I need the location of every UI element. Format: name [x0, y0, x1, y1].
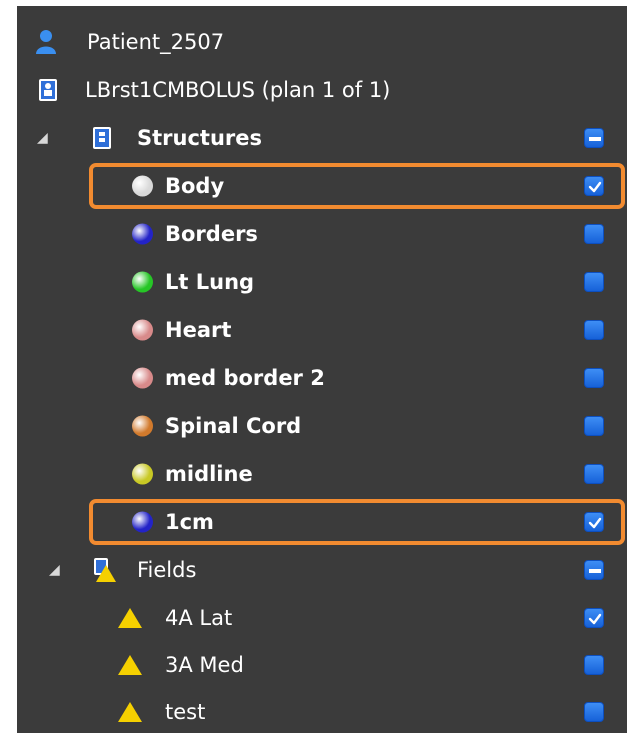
field-row[interactable]: 4A Lat [17, 594, 627, 641]
structures-label: Structures [137, 125, 263, 150]
tree-row-plan[interactable]: LBrst1CMBOLUS (plan 1 of 1) [17, 66, 627, 113]
structure-row[interactable]: Spinal Cord [17, 402, 627, 449]
indeterminate-icon [589, 136, 601, 141]
highlight-box [89, 499, 625, 545]
structure-row[interactable]: Lt Lung [17, 258, 627, 305]
structure-row[interactable]: med border 2 [17, 354, 627, 401]
expand-arrow-icon[interactable]: ◢ [49, 562, 60, 578]
fields-checkbox[interactable] [584, 559, 604, 580]
structure-row[interactable]: midline [17, 450, 627, 497]
person-icon [36, 29, 56, 54]
checkmark-icon [588, 613, 602, 624]
field-triangle-icon [118, 701, 142, 722]
structure-label: Spinal Cord [165, 413, 302, 438]
structure-row[interactable]: Borders [17, 210, 627, 257]
structure-label: med border 2 [165, 365, 325, 390]
fields-label: Fields [137, 557, 197, 582]
field-row[interactable]: 3A Med [17, 641, 627, 688]
structure-visibility-checkbox[interactable] [584, 415, 604, 436]
patient-label: Patient_2507 [87, 29, 225, 54]
field-row[interactable]: test [17, 688, 627, 735]
structure-label: Borders [165, 221, 258, 246]
structure-visibility-checkbox[interactable] [584, 367, 604, 388]
structure-color-icon [132, 223, 153, 244]
expand-arrow-icon[interactable]: ◢ [37, 130, 48, 146]
highlight-box [89, 163, 625, 209]
structure-row[interactable]: Heart [17, 306, 627, 353]
structure-color-icon [132, 463, 153, 484]
field-label: 4A Lat [165, 605, 233, 630]
field-triangle-icon [118, 654, 142, 675]
structures-checkbox[interactable] [584, 127, 604, 148]
field-label: 3A Med [165, 652, 244, 677]
indeterminate-icon [589, 568, 601, 573]
structure-visibility-checkbox[interactable] [584, 319, 604, 340]
structure-label: Heart [165, 317, 232, 342]
structure-set-icon [93, 126, 111, 149]
field-visibility-checkbox[interactable] [584, 654, 604, 675]
structure-visibility-checkbox[interactable] [584, 223, 604, 244]
structure-color-icon [132, 319, 153, 340]
tree-row-structures[interactable]: ◢ Structures [17, 114, 627, 161]
field-visibility-checkbox[interactable] [584, 607, 604, 628]
structure-color-icon [132, 367, 153, 388]
field-label: test [165, 699, 206, 724]
tree-row-fields[interactable]: ◢ Fields [17, 546, 627, 593]
structure-color-icon [132, 415, 153, 436]
plan-icon [39, 78, 57, 101]
structure-visibility-checkbox[interactable] [584, 271, 604, 292]
field-visibility-checkbox[interactable] [584, 701, 604, 722]
fields-icon [94, 557, 116, 582]
structure-label: midline [165, 461, 253, 486]
structure-color-icon [132, 271, 153, 292]
field-triangle-icon [118, 607, 142, 628]
tree-row-patient[interactable]: Patient_2507 [17, 18, 627, 65]
structure-label: Lt Lung [165, 269, 255, 294]
plan-label: LBrst1CMBOLUS (plan 1 of 1) [85, 77, 391, 102]
structure-visibility-checkbox[interactable] [584, 463, 604, 484]
structure-tree-panel: Patient_2507 LBrst1CMBOLUS (plan 1 of 1)… [17, 6, 627, 733]
